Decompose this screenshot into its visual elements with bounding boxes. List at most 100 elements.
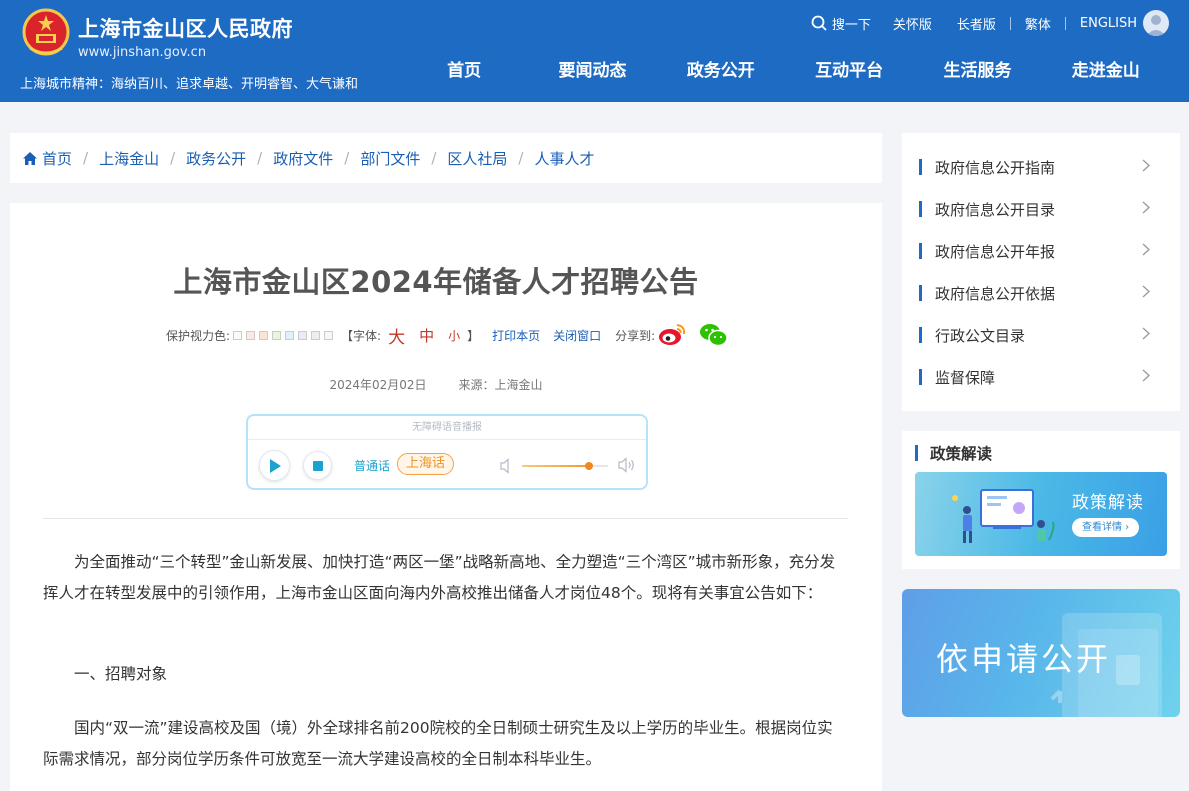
sidebar-item-label: 政府信息公开目录 — [935, 200, 1056, 219]
nav-news[interactable]: 要闻动态 — [528, 58, 656, 84]
weibo-icon[interactable] — [658, 323, 686, 347]
breadcrumb-separator: / — [431, 149, 437, 167]
audio-player-title: 无障碍语音播报 — [248, 416, 646, 440]
article-section-heading: 一、招聘对象 — [74, 665, 168, 683]
font-size-large-button[interactable]: 大 — [388, 323, 405, 348]
print-page-link[interactable]: 打印本页 — [492, 327, 540, 344]
divider — [1009, 16, 1011, 30]
traditional-chinese-link[interactable]: 繁体 — [1025, 14, 1051, 33]
care-version-link[interactable]: 关怀版 — [893, 14, 932, 33]
eye-color-swatch[interactable] — [259, 330, 269, 340]
nav-life-services[interactable]: 生活服务 — [913, 58, 1041, 84]
view-details-button[interactable]: 查看详情 › — [1072, 518, 1140, 537]
sidebar-links: 政府信息公开指南 政府信息公开目录 政府信息公开年报 政府信息公开依据 行政公文… — [902, 133, 1180, 411]
sidebar-item-label: 政府信息公开指南 — [935, 158, 1056, 177]
article-divider — [43, 518, 848, 519]
article-title: 上海市金山区2024年储备人才招聘公告 — [173, 265, 699, 299]
breadcrumb: 首页 / 上海金山 / 政务公开 / 政府文件 / 部门文件 / 区人社局 / … — [10, 133, 882, 183]
search-label: 搜一下 — [831, 17, 871, 33]
user-avatar-icon[interactable] — [1143, 10, 1169, 36]
breadcrumb-separator: / — [257, 149, 263, 167]
sidebar-item-disclosure-basis[interactable]: 政府信息公开依据 — [902, 272, 1180, 314]
play-button[interactable] — [259, 450, 290, 481]
elder-version-link[interactable]: 长者版 — [957, 14, 996, 33]
nav-home[interactable]: 首页 — [400, 58, 528, 84]
utility-bar: 搜一下 关怀版 长者版 繁体 ENGLISH — [811, 8, 1169, 38]
breadcrumb-personnel-talent[interactable]: 人事人才 — [534, 148, 594, 169]
eye-color-swatch[interactable] — [233, 330, 243, 340]
article-tools: 保护视力色: 【字体: 大 中 小 】 打印本页 关闭窗口 分享到: — [166, 322, 655, 348]
eye-color-swatch[interactable] — [272, 330, 282, 340]
chevron-right-icon — [1142, 159, 1150, 172]
presentation-illustration-icon — [952, 489, 1055, 543]
sidebar-item-supervision[interactable]: 监督保障 — [902, 356, 1180, 398]
policy-heading-label: 政策解读 — [930, 445, 993, 463]
volume-low-icon[interactable] — [500, 458, 514, 474]
volume-high-icon[interactable] — [618, 457, 636, 473]
breadcrumb-separator: / — [518, 149, 524, 167]
font-size-close-bracket: 】 — [467, 328, 480, 343]
apply-disclosure-banner[interactable]: 依申请公开 — [902, 589, 1180, 717]
site-header: 上海市金山区人民政府 www.jinshan.gov.cn 上海城市精神：海纳百… — [0, 0, 1189, 102]
mandarin-toggle[interactable]: 普通话 — [354, 457, 390, 474]
eye-color-swatch[interactable] — [298, 330, 308, 340]
eye-color-swatch[interactable] — [311, 330, 321, 340]
breadcrumb-separator: / — [170, 149, 176, 167]
apply-disclosure-title: 依申请公开 — [936, 640, 1112, 678]
publish-date: 2024年02月02日 — [329, 378, 427, 392]
sidebar-item-disclosure-catalog[interactable]: 政府信息公开目录 — [902, 188, 1180, 230]
stop-icon — [312, 460, 323, 471]
sidebar-item-label: 政府信息公开依据 — [935, 284, 1056, 303]
policy-banner-title: 政策解读 — [1072, 493, 1144, 513]
sidebar-item-label: 监督保障 — [935, 368, 996, 387]
sidebar-item-label: 政府信息公开年报 — [935, 242, 1056, 261]
home-icon — [23, 151, 37, 165]
sidebar-item-disclosure-guide[interactable]: 政府信息公开指南 — [902, 146, 1180, 188]
breadcrumb-separator: / — [83, 149, 89, 167]
english-link[interactable]: ENGLISH — [1080, 16, 1137, 31]
font-size-medium-button[interactable]: 中 — [419, 325, 434, 346]
breadcrumb-hr-bureau[interactable]: 区人社局 — [447, 148, 507, 169]
site-title[interactable]: 上海市金山区人民政府 — [78, 13, 293, 43]
volume-slider[interactable] — [522, 462, 608, 470]
breadcrumb-shanghai-jinshan[interactable]: 上海金山 — [99, 148, 159, 169]
breadcrumb-department-documents[interactable]: 部门文件 — [360, 148, 420, 169]
nav-government-affairs[interactable]: 政务公开 — [657, 58, 785, 84]
list-marker — [915, 445, 918, 461]
shanghainese-toggle[interactable]: 上海话 — [397, 453, 455, 475]
chevron-right-icon — [1142, 369, 1150, 382]
article-source: 来源：上海金山 — [458, 378, 543, 392]
sidebar-item-document-catalog[interactable]: 行政公文目录 — [902, 314, 1180, 356]
list-marker — [919, 159, 922, 175]
chevron-right-icon — [1142, 285, 1150, 298]
share-label: 分享到: — [615, 328, 656, 343]
eye-color-swatch[interactable] — [285, 330, 295, 340]
list-marker — [919, 243, 922, 259]
breadcrumb-government-documents[interactable]: 政府文件 — [273, 148, 333, 169]
article-paragraph: 国内“双一流”建设高校及国（境）外全球排名前200院校的全日制硕士研究生及以上学… — [43, 719, 833, 768]
stop-button[interactable] — [303, 451, 332, 480]
search-button[interactable]: 搜一下 — [811, 14, 871, 33]
wechat-icon[interactable] — [699, 322, 729, 348]
sidebar-item-annual-report[interactable]: 政府信息公开年报 — [902, 230, 1180, 272]
close-window-link[interactable]: 关闭窗口 — [553, 327, 601, 344]
volume-slider-fill — [522, 465, 590, 467]
article-paragraph: 为全面推动“三个转型”金山新发展、加快打造“两区一堡”战略新高地、全力塑造“三个… — [43, 553, 836, 602]
eye-color-swatch[interactable] — [246, 330, 256, 340]
font-size-label: 【字体: — [341, 328, 382, 343]
chevron-right-icon — [1142, 201, 1150, 214]
breadcrumb-home[interactable]: 首页 — [42, 148, 72, 169]
eye-color-swatch[interactable] — [324, 330, 334, 340]
city-spirit-slogan: 上海城市精神：海纳百川、追求卓越、开明睿智、大气谦和 — [20, 77, 359, 92]
nav-interaction[interactable]: 互动平台 — [785, 58, 913, 84]
search-icon — [811, 15, 827, 31]
breadcrumb-government-affairs[interactable]: 政务公开 — [186, 148, 246, 169]
font-size-small-button[interactable]: 小 — [448, 327, 460, 344]
list-marker — [919, 327, 922, 343]
audio-player: 无障碍语音播报 普通话 上海话 — [246, 414, 648, 490]
list-marker — [919, 201, 922, 217]
volume-slider-handle[interactable] — [585, 462, 594, 470]
policy-interpretation-banner[interactable]: 政策解读 查看详情 › — [915, 472, 1167, 556]
nav-about-jinshan[interactable]: 走进金山 — [1042, 58, 1170, 84]
national-emblem-icon[interactable] — [22, 8, 70, 60]
